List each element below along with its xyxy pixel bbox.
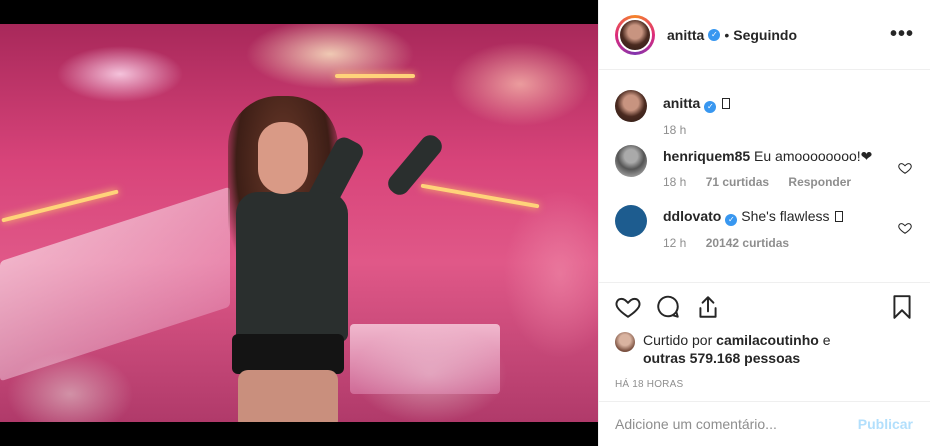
dining-tables [0,186,230,382]
avatar-image [618,17,652,52]
liker-username[interactable]: camilacoutinho [716,332,819,348]
share-icon[interactable] [695,294,721,320]
following-button[interactable]: Seguindo [733,27,797,43]
comment-line: ddlovato She's flawless [663,207,914,226]
post-timestamp[interactable]: Há 18 horas [615,379,915,390]
comment-item: ddlovato She's flawless 12 h 20142 curti… [615,205,914,250]
comment-likes[interactable]: 71 curtidas [706,175,769,189]
person-legs [238,370,338,422]
post-media [0,0,598,446]
neon-light [420,183,540,209]
caption-meta: 18 h [663,123,914,137]
post-photo[interactable] [0,24,598,422]
comment-body: henriquem85 Eu amoooooooo!❤ 18 h 71 curt… [663,145,914,189]
caption-username[interactable]: anitta [663,95,700,111]
person-shorts [232,334,344,374]
action-bar [615,283,915,331]
verified-badge-icon [708,28,721,41]
comment-age[interactable]: 12 h [663,236,686,250]
comment-input[interactable] [615,416,858,432]
like-comment-heart-icon[interactable] [898,161,912,175]
add-comment-section: Publicar [599,401,930,446]
comments-list: anitta 18 h henriquem85 Eu amoooooooo!❤ … [599,70,930,282]
likes-conjunction: e [822,332,831,348]
comment-username[interactable]: ddlovato [663,208,721,224]
author-username[interactable]: anitta [667,27,704,43]
comment-bubble-icon[interactable] [655,294,681,320]
person-top [236,192,348,342]
comment-meta: 12 h 20142 curtidas [663,236,914,250]
comment-text: She's flawless [741,208,830,224]
author-avatar[interactable] [615,14,655,55]
emoji-icon [835,211,844,222]
liker-avatar[interactable] [615,332,635,352]
commenter-avatar[interactable] [615,205,647,237]
emoji-icon [722,98,731,109]
like-comment-heart-icon[interactable] [898,221,912,235]
publish-button[interactable]: Publicar [858,416,913,432]
caption-body: anitta 18 h [663,90,914,137]
commenter-avatar[interactable] [615,145,647,177]
comment-username[interactable]: henriquem85 [663,148,750,164]
post-sidebar: anitta • Seguindo ••• anitta 18 h henri [598,0,930,446]
caption-line: anitta [663,94,914,113]
comment-meta: 18 h 71 curtidas Responder [663,175,914,189]
separator-dot: • [724,26,730,43]
verified-badge-icon [704,101,717,113]
likes-prefix: Curtido por [643,332,713,348]
like-heart-icon[interactable] [615,294,641,320]
likes-summary: Curtido por camilacoutinho e outras 579.… [615,331,915,367]
verified-badge-icon [725,214,738,226]
author-avatar-small[interactable] [615,90,647,122]
comment-text: Eu amoooooooo!❤ [754,148,873,164]
comment-age[interactable]: 18 h [663,175,686,189]
dining-table [350,324,500,394]
bookmark-icon[interactable] [889,294,915,320]
comment-line: henriquem85 Eu amoooooooo!❤ [663,147,914,165]
post-header: anitta • Seguindo ••• [599,0,930,70]
caption-age[interactable]: 18 h [663,123,686,137]
likes-text: Curtido por camilacoutinho e outras 579.… [643,331,831,367]
post-actions-section: Curtido por camilacoutinho e outras 579.… [599,282,930,390]
comment-likes[interactable]: 20142 curtidas [706,236,789,250]
likes-others[interactable]: outras 579.168 pessoas [643,350,800,366]
neon-light [335,74,415,78]
reply-button[interactable]: Responder [788,175,851,189]
person-face [258,122,308,194]
comment-body: ddlovato She's flawless 12 h 20142 curti… [663,205,914,250]
more-options-icon[interactable]: ••• [890,23,914,46]
caption: anitta 18 h [615,90,914,137]
comment-item: henriquem85 Eu amoooooooo!❤ 18 h 71 curt… [615,145,914,189]
neon-light [1,189,119,223]
